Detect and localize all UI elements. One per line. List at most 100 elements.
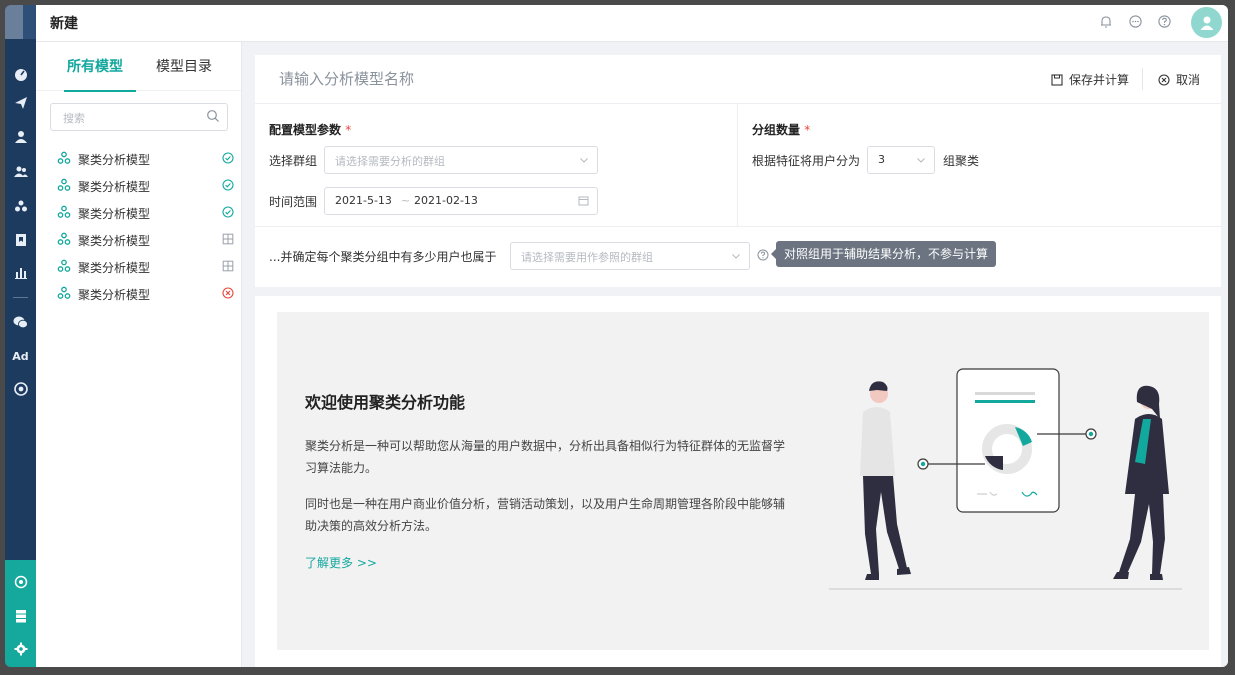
date-separator: ~ [401,194,411,207]
welcome-panel: 欢迎使用聚类分析功能 聚类分析是一种可以帮助您从海量的用户数据中，分析出具备相似… [277,312,1209,650]
count-prefix: 根据特征将用户分为 [752,154,861,168]
nav-rail: Ad [5,5,36,667]
chevron-down-icon [732,254,740,259]
bar-chart-icon[interactable] [5,261,36,285]
save-icon [1051,74,1063,86]
check-circle-icon [222,179,234,191]
required-mark: * [804,123,811,137]
reference-group-select[interactable]: 请选择需要用作参照的群组 [510,242,750,270]
cluster-model-icon [57,205,71,218]
model-panel: 所有模型 模型目录 聚类分析模型 聚类分析模型 聚类分析模型 聚类分析模型 [36,42,242,667]
model-name: 聚类分析模型 [78,207,151,221]
analysis-icon[interactable] [5,570,36,594]
check-circle-icon [222,206,234,218]
reference-select-placeholder: 请选择需要用作参照的群组 [521,251,653,264]
help-icon[interactable] [757,249,769,261]
pending-icon [222,260,234,272]
bookmark-icon[interactable] [5,228,36,252]
users-icon[interactable] [5,160,36,184]
welcome-card: 欢迎使用聚类分析功能 聚类分析是一种可以帮助您从海量的用户数据中，分析出具备相似… [255,296,1221,667]
list-item[interactable]: 聚类分析模型 [36,146,241,172]
model-name: 聚类分析模型 [78,261,151,275]
model-name: 聚类分析模型 [78,180,151,194]
help-icon[interactable] [1157,14,1171,28]
list-item[interactable]: 聚类分析模型 [36,173,241,199]
welcome-paragraph: 同时也是一种在用户商业价值分析，营销活动策划，以及用户生命周期管理各阶段中能够辅… [305,497,786,533]
divider [737,104,738,226]
check-circle-icon [222,152,234,164]
active-tab-indicator [64,90,136,92]
cluster-illustration [829,368,1182,590]
settings-icon[interactable] [5,637,36,661]
top-bar: 新建 [36,5,1228,42]
main-content: 保存并计算 取消 配置模型参数 * 选择群组 请选择需要分析的群组 时间范围 2… [242,42,1228,667]
date-end: 2021-02-13 [414,194,478,207]
server-icon[interactable] [5,604,36,628]
learn-more-link[interactable]: 了解更多 >> [305,554,377,571]
dashboard-icon[interactable] [5,62,36,86]
list-item[interactable]: 聚类分析模型 [36,200,241,226]
cluster-icon[interactable] [5,194,36,218]
ad-icon[interactable]: Ad [5,344,36,368]
cluster-model-icon [57,151,71,164]
cluster-model-icon [57,259,71,272]
config-section-title: 配置模型参数 * [269,123,352,137]
group-select[interactable]: 请选择需要分析的群组 [324,146,598,174]
error-circle-icon [222,287,234,299]
calendar-icon [578,196,589,206]
cancel-button[interactable]: 取消 [1158,71,1200,88]
bell-icon[interactable] [1099,14,1113,28]
wechat-icon[interactable] [5,310,36,334]
search-input[interactable] [61,108,205,128]
tab-model-catalog[interactable]: 模型目录 [156,56,212,76]
list-item[interactable]: 聚类分析模型 [36,227,241,253]
group-select-placeholder: 请选择需要分析的群组 [335,155,445,168]
search-icon[interactable] [206,109,220,123]
cluster-model-icon [57,286,71,299]
count-section-title: 分组数量 * [752,123,811,137]
divider [255,103,1221,104]
date-start: 2021-5-13 [335,194,392,207]
user-icon[interactable] [5,125,36,149]
welcome-title: 欢迎使用聚类分析功能 [305,393,466,412]
rail-divider [13,297,28,298]
group-label: 选择群组 [269,154,318,168]
cluster-model-icon [57,178,71,191]
date-range-picker[interactable]: 2021-5-13 ~ 2021-02-13 [324,187,598,215]
cancel-label: 取消 [1176,73,1201,87]
close-circle-icon [1158,74,1170,86]
model-config-card: 保存并计算 取消 配置模型参数 * 选择群组 请选择需要分析的群组 时间范围 2… [255,55,1221,287]
save-button[interactable]: 保存并计算 [1051,71,1129,88]
time-label: 时间范围 [269,195,318,209]
target-icon[interactable] [5,377,36,401]
app-window: Ad 新建 所有模型 模型目录 搜索 聚类分析模型 聚类分析模型 聚类分析模型 … [5,5,1228,667]
list-item[interactable]: 聚类分析模型 [36,254,241,280]
avatar[interactable] [1191,7,1222,38]
chevron-down-icon [917,158,925,163]
group-count-select[interactable]: 3 [867,146,935,174]
group-count-value: 3 [878,153,885,166]
divider [255,226,1221,227]
model-name: 聚类分析模型 [78,153,151,167]
search-box [50,103,228,131]
list-item[interactable]: 聚类分析模型 [36,281,241,307]
reference-tooltip: 对照组用于辅助结果分析，不参与计算 [770,241,997,267]
chevron-down-icon [580,158,588,163]
tab-all-models[interactable]: 所有模型 [67,56,123,76]
model-tabs: 所有模型 模型目录 [36,42,241,92]
pending-icon [222,233,234,245]
action-divider [1142,68,1143,90]
model-name: 聚类分析模型 [78,288,151,302]
message-icon[interactable] [1128,14,1142,28]
reference-label: ...并确定每个聚类分组中有多少用户也属于 [269,250,497,264]
model-name-input[interactable] [277,69,681,89]
count-suffix: 组聚类 [943,154,980,168]
required-mark: * [345,123,352,137]
cluster-model-icon [57,232,71,245]
save-label: 保存并计算 [1069,73,1130,87]
welcome-paragraph: 聚类分析是一种可以帮助您从海量的用户数据中，分析出具备相似行为特征群体的无监督学… [305,439,786,475]
rail-bottom-group [5,560,36,667]
app-logo[interactable] [5,5,36,39]
send-icon[interactable] [5,91,36,115]
model-name: 聚类分析模型 [78,234,151,248]
